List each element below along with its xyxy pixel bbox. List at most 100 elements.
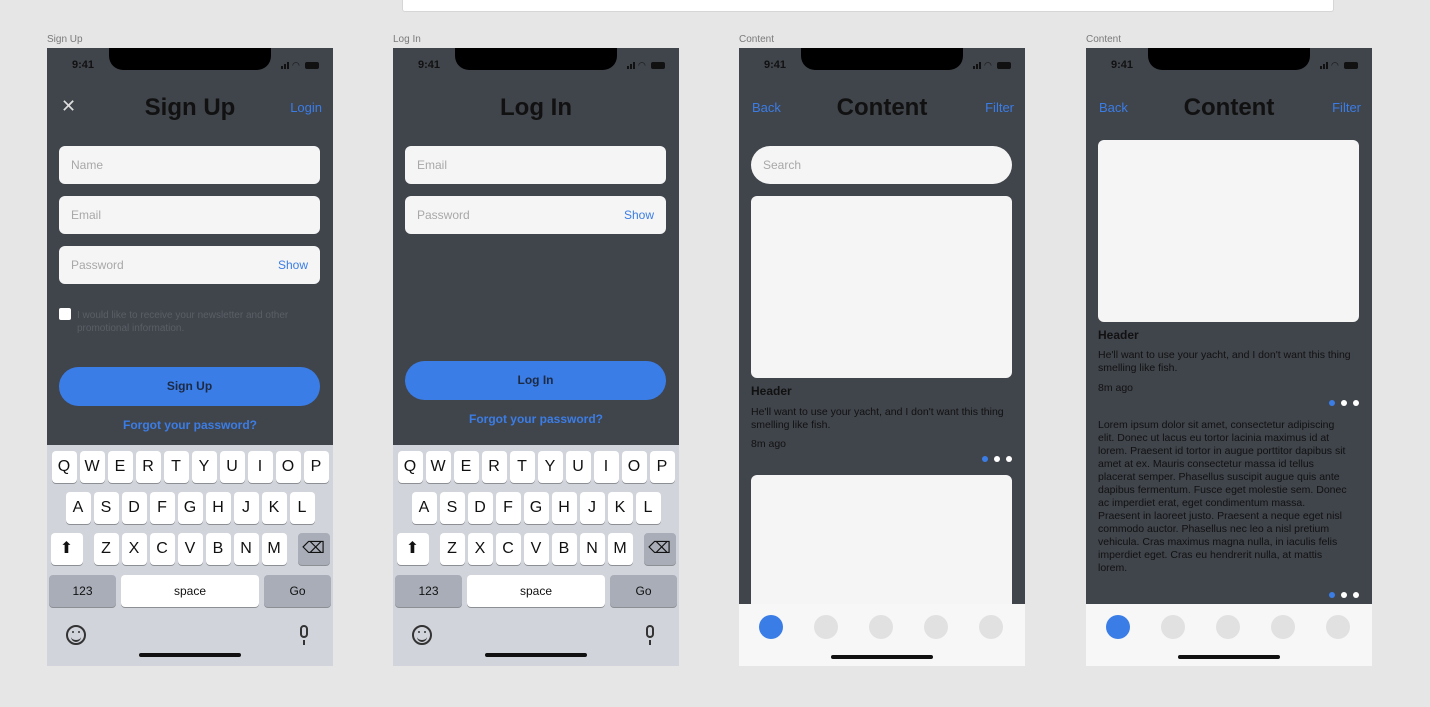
forgot-password-link[interactable]: Forgot your password? [47, 418, 333, 432]
key[interactable]: W [425, 451, 451, 483]
key[interactable]: D [121, 492, 147, 524]
key[interactable]: U [565, 451, 591, 483]
key[interactable]: C [495, 533, 521, 565]
login-link[interactable]: Login [290, 100, 322, 115]
key[interactable]: L [635, 492, 661, 524]
key[interactable]: E [107, 451, 133, 483]
tab-3[interactable] [869, 615, 893, 639]
space-key[interactable]: space [121, 575, 259, 607]
newsletter-checkbox[interactable] [59, 308, 71, 320]
key[interactable]: D [467, 492, 493, 524]
key[interactable]: V [177, 533, 203, 565]
tab-4[interactable] [1271, 615, 1295, 639]
key[interactable]: H [205, 492, 231, 524]
dot[interactable] [1341, 400, 1347, 406]
key[interactable]: N [233, 533, 259, 565]
dot-active[interactable] [1329, 592, 1335, 598]
key[interactable]: T [163, 451, 189, 483]
tab-2[interactable] [814, 615, 838, 639]
show-password-button[interactable]: Show [278, 258, 308, 272]
key[interactable]: Q [397, 451, 423, 483]
numbers-key[interactable]: 123 [49, 575, 116, 607]
shift-key[interactable]: ⬆ [50, 533, 83, 565]
microphone-icon[interactable] [300, 625, 308, 645]
key[interactable]: R [481, 451, 507, 483]
emoji-icon[interactable] [412, 625, 432, 645]
go-key[interactable]: Go [264, 575, 331, 607]
key[interactable]: N [579, 533, 605, 565]
key[interactable]: S [439, 492, 465, 524]
carousel-dots[interactable] [1329, 400, 1359, 406]
password-field[interactable]: Password Show [405, 196, 666, 234]
backspace-key[interactable]: ⌫ [297, 533, 330, 565]
key[interactable]: X [467, 533, 493, 565]
key[interactable]: O [275, 451, 301, 483]
tab-4[interactable] [924, 615, 948, 639]
search-input[interactable]: Search [751, 146, 1012, 184]
carousel-dots[interactable] [1329, 592, 1359, 598]
card-image[interactable] [751, 475, 1012, 615]
key[interactable]: P [649, 451, 675, 483]
tab-1[interactable] [1106, 615, 1130, 639]
key[interactable]: J [579, 492, 605, 524]
key[interactable]: U [219, 451, 245, 483]
space-key[interactable]: space [467, 575, 605, 607]
tab-2[interactable] [1161, 615, 1185, 639]
key[interactable]: E [453, 451, 479, 483]
key[interactable]: F [149, 492, 175, 524]
dot-active[interactable] [982, 456, 988, 462]
key[interactable]: K [607, 492, 633, 524]
numbers-key[interactable]: 123 [395, 575, 462, 607]
key[interactable]: L [289, 492, 315, 524]
dot[interactable] [994, 456, 1000, 462]
key[interactable]: K [261, 492, 287, 524]
key[interactable]: I [593, 451, 619, 483]
key[interactable]: G [177, 492, 203, 524]
backspace-key[interactable]: ⌫ [643, 533, 676, 565]
key[interactable]: M [607, 533, 633, 565]
shift-key[interactable]: ⬆ [396, 533, 429, 565]
microphone-icon[interactable] [646, 625, 654, 645]
key[interactable]: H [551, 492, 577, 524]
key[interactable]: C [149, 533, 175, 565]
key[interactable]: Z [439, 533, 465, 565]
key[interactable]: X [121, 533, 147, 565]
key[interactable]: M [261, 533, 287, 565]
key[interactable]: J [233, 492, 259, 524]
key[interactable]: V [523, 533, 549, 565]
key[interactable]: O [621, 451, 647, 483]
forgot-password-link[interactable]: Forgot your password? [393, 412, 679, 426]
name-field[interactable]: Name [59, 146, 320, 184]
key[interactable]: G [523, 492, 549, 524]
key[interactable]: Y [537, 451, 563, 483]
dot[interactable] [1006, 456, 1012, 462]
dot-active[interactable] [1329, 400, 1335, 406]
key[interactable]: B [551, 533, 577, 565]
key[interactable]: Z [93, 533, 119, 565]
tab-5[interactable] [979, 615, 1003, 639]
key[interactable]: Q [51, 451, 77, 483]
card-image[interactable] [751, 196, 1012, 378]
dot[interactable] [1341, 592, 1347, 598]
carousel-dots[interactable] [982, 456, 1012, 462]
password-field[interactable]: Password Show [59, 246, 320, 284]
key[interactable]: Y [191, 451, 217, 483]
key[interactable]: R [135, 451, 161, 483]
email-field[interactable]: Email [59, 196, 320, 234]
tab-3[interactable] [1216, 615, 1240, 639]
login-button[interactable]: Log In [405, 361, 666, 400]
emoji-icon[interactable] [66, 625, 86, 645]
dot[interactable] [1353, 592, 1359, 598]
dot[interactable] [1353, 400, 1359, 406]
key[interactable]: A [411, 492, 437, 524]
go-key[interactable]: Go [610, 575, 677, 607]
tab-5[interactable] [1326, 615, 1350, 639]
tab-1[interactable] [759, 615, 783, 639]
key[interactable]: B [205, 533, 231, 565]
show-password-button[interactable]: Show [624, 208, 654, 222]
filter-button[interactable]: Filter [1332, 100, 1361, 115]
key[interactable]: P [303, 451, 329, 483]
card-image[interactable] [1098, 140, 1359, 322]
email-field[interactable]: Email [405, 146, 666, 184]
key[interactable]: F [495, 492, 521, 524]
